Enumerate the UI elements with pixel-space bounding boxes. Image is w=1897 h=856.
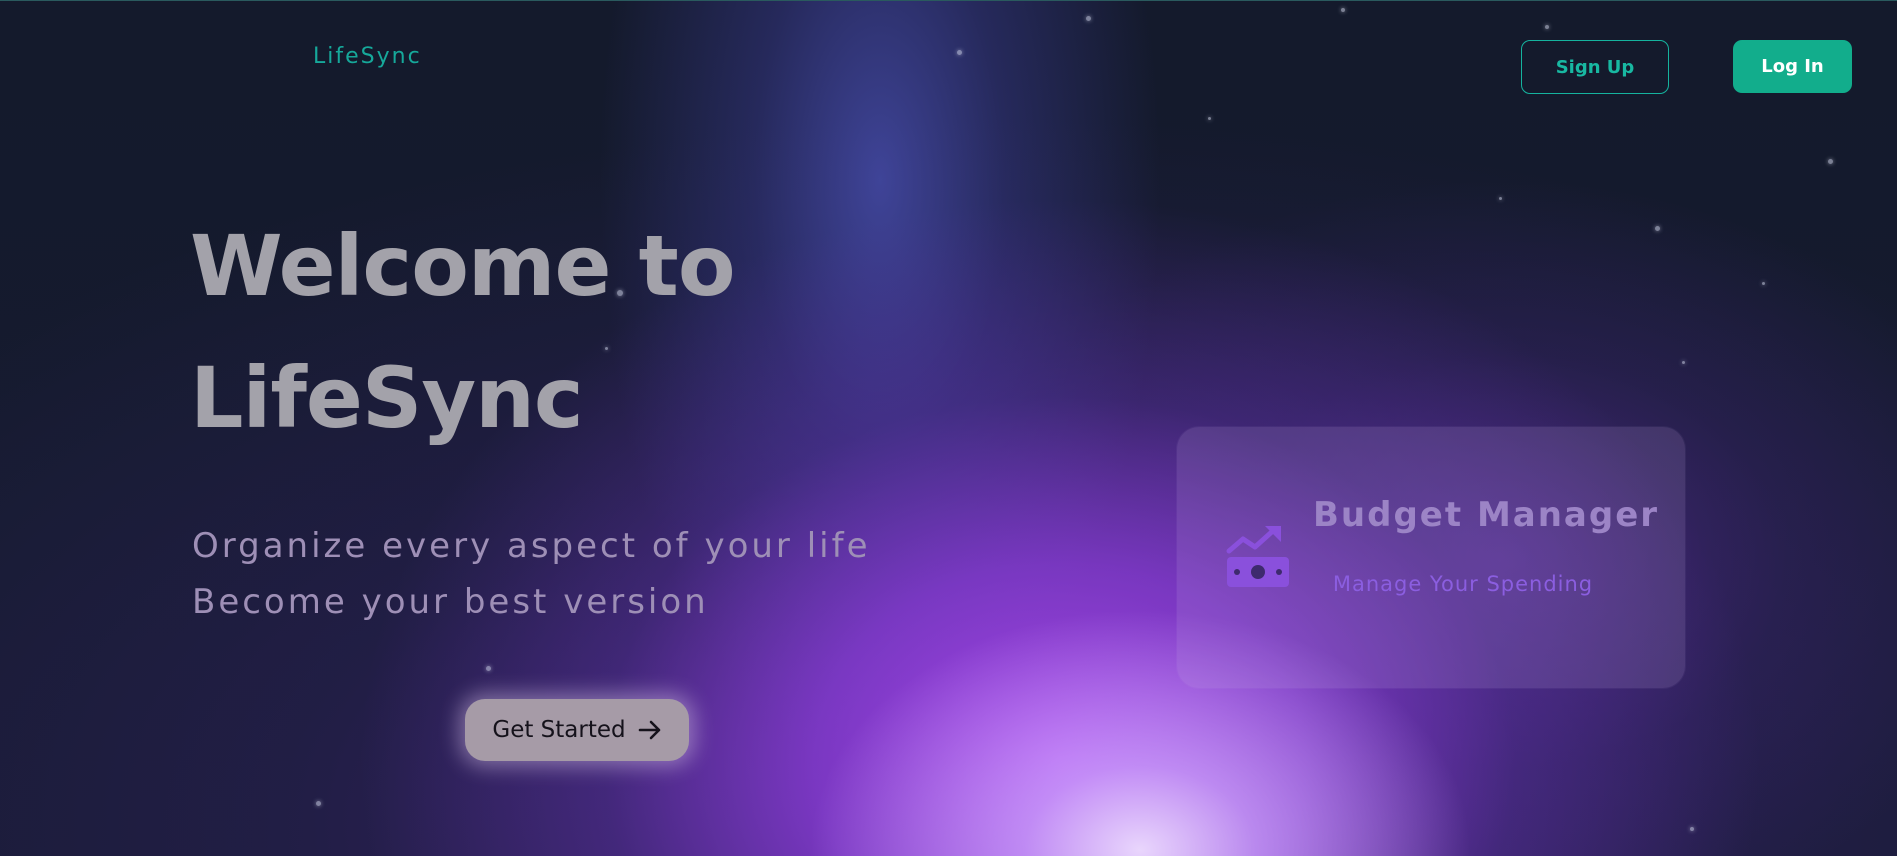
budget-manager-card[interactable]: Budget Manager Manage Your Spending bbox=[1177, 427, 1685, 688]
star bbox=[957, 50, 962, 55]
landing-page: LifeSync Sign Up Log In Welcome to LifeS… bbox=[0, 0, 1897, 856]
star bbox=[1828, 159, 1833, 164]
hero-title-line-1: Welcome to bbox=[190, 217, 736, 315]
top-border bbox=[0, 0, 1897, 1]
star bbox=[1499, 197, 1502, 200]
money-chart-icon bbox=[1225, 523, 1291, 589]
star bbox=[486, 666, 491, 671]
star bbox=[1341, 8, 1345, 12]
star bbox=[1682, 361, 1685, 364]
hero-subtitle-line-1: Organize every aspect of your life bbox=[192, 526, 871, 566]
star bbox=[1545, 25, 1549, 29]
get-started-button[interactable]: Get Started bbox=[465, 699, 689, 761]
star bbox=[1690, 827, 1694, 831]
hero-subtitle-line-2: Become your best version bbox=[192, 582, 709, 622]
login-button[interactable]: Log In bbox=[1733, 40, 1852, 93]
hero-subtitle: Organize every aspect of your life Becom… bbox=[192, 518, 871, 630]
hero-title-line-2: LifeSync bbox=[190, 349, 584, 447]
logo-text[interactable]: LifeSync bbox=[313, 44, 422, 69]
card-subtitle: Manage Your Spending bbox=[1332, 572, 1594, 596]
card-title: Budget Manager bbox=[1313, 495, 1660, 535]
star bbox=[1655, 226, 1660, 231]
star bbox=[1208, 117, 1211, 120]
arrow-right-icon bbox=[638, 720, 662, 740]
signup-button[interactable]: Sign Up bbox=[1521, 40, 1669, 94]
get-started-label: Get Started bbox=[492, 717, 626, 743]
star bbox=[1086, 16, 1091, 21]
star bbox=[1762, 282, 1765, 285]
hero-title: Welcome to LifeSync bbox=[190, 200, 736, 464]
star bbox=[316, 801, 321, 806]
